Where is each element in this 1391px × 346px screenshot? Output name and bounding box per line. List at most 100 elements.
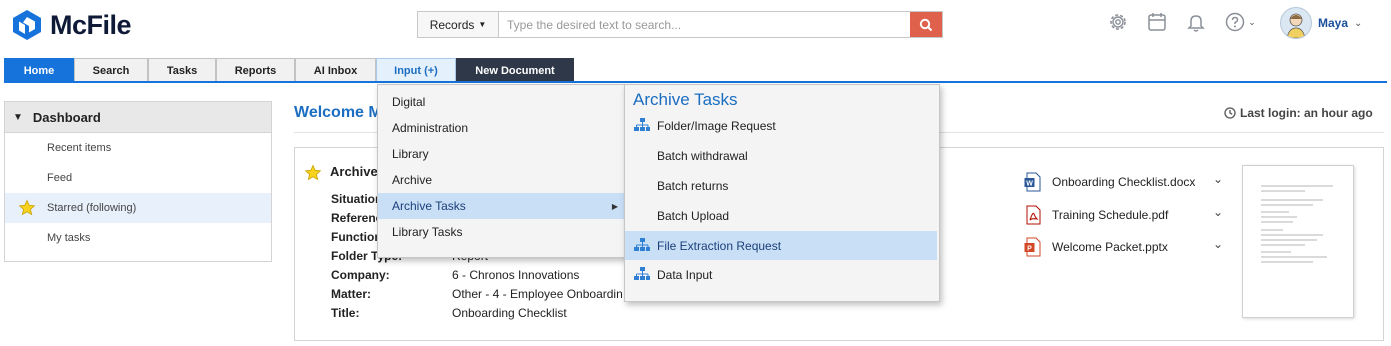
menu-item-library-tasks[interactable]: Library Tasks [378, 219, 624, 245]
submenu-title: Archive Tasks [633, 90, 738, 109]
submenu-item-file-extraction-request[interactable]: File Extraction Request [625, 231, 937, 260]
chevron-down-icon: ⌄ [1354, 17, 1363, 29]
tab-label: New Document [475, 64, 555, 77]
svg-text:P: P [1027, 246, 1032, 253]
calendar-button[interactable] [1145, 10, 1169, 34]
notifications-button[interactable] [1184, 10, 1208, 34]
svg-text:W: W [1026, 181, 1033, 188]
clock-icon [1224, 107, 1236, 119]
attachment-name: Onboarding Checklist.docx [1052, 175, 1196, 189]
field-value: Onboarding Checklist [452, 306, 567, 320]
submenu-item-batch-upload[interactable]: Batch Upload [625, 201, 937, 230]
field-label: Referenc [331, 211, 383, 225]
word-file-icon: W [1024, 172, 1041, 192]
menu-item-digital[interactable]: Digital [378, 89, 624, 115]
sidebar-header[interactable]: ▼ Dashboard [5, 102, 271, 133]
avatar [1280, 7, 1312, 39]
caret-down-icon: ▼ [13, 111, 23, 123]
submenu-item-label: Data Input [657, 267, 713, 282]
attachment-item[interactable]: P Welcome Packet.pptx [1024, 237, 1168, 257]
last-login-text: Last login: an hour ago [1240, 106, 1373, 120]
tab-label: Home [23, 64, 55, 77]
sidebar-item-feed[interactable]: Feed [5, 163, 271, 193]
menu-item-label: Digital [392, 95, 426, 109]
tab-label: Reports [234, 64, 277, 77]
submenu-item-batch-returns[interactable]: Batch returns [625, 171, 937, 200]
sidebar-item-starred[interactable]: Starred (following) [5, 193, 271, 223]
field-value: 6 - Chronos Innovations [452, 268, 580, 282]
submenu-item-label: File Extraction Request [657, 238, 782, 253]
menu-item-label: Administration [392, 121, 469, 135]
brand-name: McFile [50, 9, 132, 40]
bell-icon [1187, 15, 1205, 32]
record-title: Archive [330, 164, 378, 179]
submenu-item-data-input[interactable]: Data Input [625, 260, 937, 289]
brand-logo[interactable]: McFile [10, 8, 132, 42]
menu-item-label: Library Tasks [392, 225, 463, 239]
star-icon[interactable] [304, 164, 322, 182]
welcome-heading: Welcome M [294, 104, 382, 121]
settings-button[interactable] [1106, 10, 1130, 34]
logo-icon [13, 10, 41, 40]
attachment-name: Welcome Packet.pptx [1052, 240, 1168, 254]
chevron-down-icon[interactable]: ⌄ [1213, 205, 1223, 219]
attachment-name: Training Schedule.pdf [1052, 208, 1169, 222]
submenu-item-batch-withdrawal[interactable]: Batch withdrawal [625, 141, 937, 170]
tab-label: Input (+) [394, 64, 438, 77]
search-button[interactable] [910, 12, 942, 37]
submenu-item-label: Folder/Image Request [657, 118, 776, 133]
network-icon [634, 118, 650, 131]
network-icon [634, 267, 650, 280]
powerpoint-file-icon: P [1024, 237, 1041, 257]
help-button[interactable]: ⌄ [1222, 10, 1258, 34]
sidebar-item-my-tasks[interactable]: My tasks [5, 223, 271, 253]
last-login: Last login: an hour ago [1224, 106, 1373, 120]
tab-label: Search [92, 64, 130, 77]
input-menu: Digital Administration Library Archive A… [377, 84, 627, 258]
menu-item-archive-tasks[interactable]: Archive Tasks ▶ [378, 193, 624, 219]
submenu-arrow-icon: ▶ [611, 201, 618, 211]
field-label: Matter: [331, 287, 372, 301]
sidebar-item-label: My tasks [47, 232, 91, 244]
network-icon [634, 238, 650, 251]
search-scope-label: Records [429, 17, 475, 32]
menu-item-library[interactable]: Library [378, 141, 624, 167]
submenu-item-label: Batch Upload [657, 208, 730, 223]
submenu-item-label: Batch withdrawal [657, 148, 748, 163]
nav-underline [4, 81, 1387, 83]
search-scope-dropdown[interactable]: Records ▼ [418, 12, 499, 37]
caret-down-icon: ▼ [478, 20, 487, 29]
chevron-down-icon[interactable]: ⌄ [1213, 172, 1223, 186]
tab-input[interactable]: Input (+) [376, 58, 456, 82]
menu-item-label: Archive Tasks [392, 199, 466, 213]
menu-item-label: Archive [392, 173, 433, 187]
menu-item-administration[interactable]: Administration [378, 115, 624, 141]
tab-tasks[interactable]: Tasks [148, 58, 216, 82]
document-preview[interactable] [1242, 165, 1354, 318]
submenu-item-folder-image-request[interactable]: Folder/Image Request [625, 111, 937, 140]
attachment-item[interactable]: Training Schedule.pdf [1024, 205, 1168, 225]
tab-search[interactable]: Search [74, 58, 148, 82]
menu-item-archive[interactable]: Archive [378, 167, 624, 193]
sidebar-title: Dashboard [32, 109, 101, 125]
tab-new-document[interactable]: New Document [456, 58, 574, 82]
sidebar: ▼ Dashboard Recent items Feed Starred (f… [4, 101, 272, 262]
chevron-down-icon: ⌄ [1248, 16, 1256, 27]
field-label: Company: [331, 268, 390, 282]
tab-label: Tasks [166, 64, 198, 77]
field-value: Other - 4 - Employee Onboardin [452, 287, 623, 301]
user-menu[interactable]: Maya ⌄ [1280, 7, 1362, 39]
search-input[interactable] [499, 12, 910, 37]
sidebar-item-recent[interactable]: Recent items [5, 133, 271, 163]
field-label: Situation [331, 192, 383, 206]
tab-label: AI Inbox [313, 64, 358, 77]
search-icon [919, 18, 933, 31]
attachment-item[interactable]: W Onboarding Checklist.docx [1024, 172, 1195, 192]
tab-ai-inbox[interactable]: AI Inbox [295, 58, 376, 82]
tab-home[interactable]: Home [4, 58, 74, 82]
menu-item-label: Library [392, 147, 429, 161]
chevron-down-icon[interactable]: ⌄ [1213, 237, 1223, 251]
pdf-file-icon [1026, 205, 1041, 225]
tab-reports[interactable]: Reports [216, 58, 295, 82]
sidebar-item-label: Recent items [47, 142, 112, 154]
